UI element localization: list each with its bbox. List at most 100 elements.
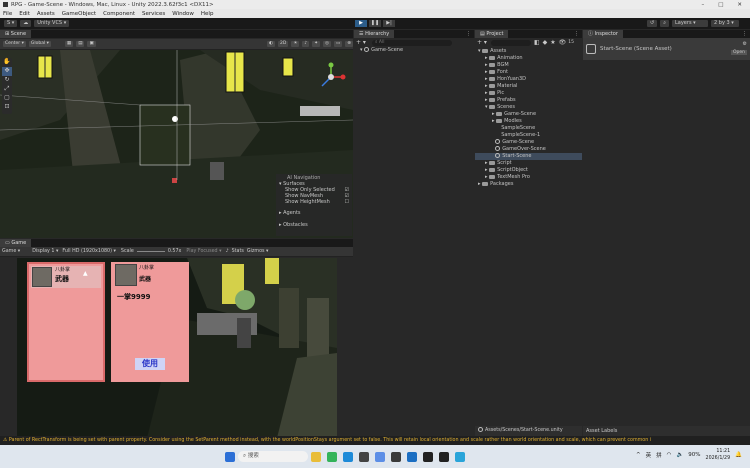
version-control-button[interactable]: Unity VCS ▾	[34, 20, 70, 27]
scene-root-item[interactable]: ▾ Game-Scene	[354, 47, 474, 54]
project-menu-icon[interactable]: ⋮	[574, 31, 579, 37]
camera-icon[interactable]: ▭	[333, 41, 343, 47]
tab-game[interactable]: ▭ Game	[0, 239, 32, 247]
hidden-packages-icon[interactable]: 👁	[559, 39, 567, 46]
tab-scene[interactable]: ⊞ Scene	[0, 30, 32, 38]
scale-tool-icon[interactable]: ⤢	[2, 85, 12, 94]
game-viewport[interactable]: 八卦掌 武器 ▲ 八卦掌 武器 一掌9999 使用	[17, 258, 337, 438]
minimize-icon[interactable]: –	[701, 2, 704, 8]
project-tree-item[interactable]: ▾ Assets	[475, 48, 582, 55]
move-snap-icon[interactable]: ▣	[87, 41, 96, 47]
project-add-icon[interactable]: + ▾	[477, 39, 487, 46]
transform-tool-icon[interactable]: ⊡	[2, 103, 12, 112]
app2-icon[interactable]	[455, 451, 465, 462]
tray-chevron-icon[interactable]: ^	[636, 452, 641, 458]
volume-icon[interactable]: 🔈	[676, 452, 683, 458]
project-search-input[interactable]	[490, 39, 531, 46]
edge-browser-icon[interactable]	[343, 451, 353, 462]
layout-dropdown[interactable]: 2 by 3 ▾	[711, 20, 739, 27]
ime-lang-1[interactable]: 英	[646, 451, 652, 459]
rect-tool-icon[interactable]: ▢	[2, 94, 12, 103]
audio-icon[interactable]: ♪	[302, 41, 310, 47]
grid-snap-icon[interactable]: ▦	[64, 41, 74, 47]
project-tree-item[interactable]: ▸ BGM	[475, 62, 582, 69]
menu-window[interactable]: Window	[172, 11, 194, 17]
display-dropdown[interactable]: Display 1 ▾	[32, 249, 58, 254]
game-mode-dropdown[interactable]: Game ▾	[2, 249, 20, 254]
layers-dropdown[interactable]: Layers ▾	[672, 20, 708, 27]
project-tree-item[interactable]: ▸ Script	[475, 160, 582, 167]
project-tree-item[interactable]: ▸ Modles	[475, 118, 582, 125]
ime-lang-2[interactable]: 拼	[656, 451, 662, 459]
unity-hub-icon[interactable]	[423, 451, 433, 462]
effects-icon[interactable]: ✦	[312, 41, 321, 47]
menu-gameobject[interactable]: GameObject	[62, 11, 96, 17]
console-status-bar[interactable]: ⚠ Parent of RectTransform is being set w…	[0, 436, 750, 445]
taskbar-search-input[interactable]: ⌕ 搜索	[238, 451, 308, 462]
search-icon[interactable]: ⌕	[660, 20, 669, 27]
lighting-icon[interactable]: ☀	[291, 41, 300, 47]
filter-label-icon[interactable]: ◆	[543, 39, 548, 46]
filter-type-icon[interactable]: ◧	[534, 39, 540, 46]
scale-slider[interactable]	[136, 251, 165, 252]
space-dropdown[interactable]: Global ▾	[28, 41, 51, 47]
start-menu-icon[interactable]	[225, 451, 235, 462]
project-tree-item[interactable]: SampleScene	[475, 125, 582, 132]
snap-increment-icon[interactable]: ▤	[76, 41, 85, 47]
tab-hierarchy[interactable]: ☰ Hierarchy	[354, 30, 395, 38]
close-icon[interactable]: ✕	[737, 2, 742, 8]
project-tree-item[interactable]: SampleScene-1	[475, 132, 582, 139]
menu-file[interactable]: File	[3, 11, 12, 17]
gizmos-icon[interactable]: ⊕	[345, 41, 353, 47]
account-button[interactable]: S ▾	[4, 20, 18, 27]
hierarchy-search-input[interactable]: ⌕ All	[371, 39, 452, 46]
menu-component[interactable]: Component	[103, 11, 135, 17]
project-tree-item[interactable]: GameOver-Scene	[475, 146, 582, 153]
app-icon[interactable]	[391, 451, 401, 462]
unity-editor-icon[interactable]	[439, 451, 449, 462]
scene-viewport[interactable]: ✋ ✥ ↻ ⤢ ▢ ⊡ AI Navigation ▾ Surfaces Sho…	[0, 50, 353, 238]
add-icon[interactable]: + ▾	[356, 39, 366, 46]
menu-assets[interactable]: Assets	[37, 11, 55, 17]
file-explorer-icon[interactable]	[311, 451, 321, 462]
open-button[interactable]: Open	[730, 50, 747, 55]
inspector-menu-icon[interactable]: ⋮	[742, 31, 747, 37]
project-tree-item[interactable]: ▸ Font	[475, 69, 582, 76]
project-tree-item[interactable]: ▸ HonYuan3D	[475, 76, 582, 83]
inspector-settings-icon[interactable]: ⚙	[743, 41, 747, 47]
project-tree-item[interactable]: ▸ Animation	[475, 55, 582, 62]
hidden-icon[interactable]: ◎	[323, 41, 331, 47]
show-heightmesh-checkbox[interactable]: ☐	[345, 199, 349, 205]
step-button[interactable]: ▶|	[383, 20, 395, 27]
rotate-tool-icon[interactable]: ↻	[2, 76, 12, 85]
pause-button[interactable]: ❚❚	[369, 20, 381, 27]
obstacles-header[interactable]: ▸ Obstacles	[279, 222, 349, 228]
use-button[interactable]: 使用	[135, 358, 165, 370]
project-tree-item[interactable]: ▸ Pic	[475, 90, 582, 97]
project-tree-item[interactable]: Game-Scene	[475, 139, 582, 146]
pivot-dropdown[interactable]: Center ▾	[3, 41, 26, 47]
move-tool-icon[interactable]: ✥	[2, 67, 12, 76]
stats-button[interactable]: Stats	[232, 249, 244, 254]
notifications-icon[interactable]: 🔔	[735, 452, 742, 458]
clock[interactable]: 11:21 2026/1/29	[706, 448, 731, 462]
menu-edit[interactable]: Edit	[19, 11, 30, 17]
favorite-icon[interactable]: ★	[550, 39, 555, 46]
cloud-icon[interactable]: ☁	[20, 20, 32, 27]
wifi-icon[interactable]: ◠	[667, 452, 672, 458]
maximize-icon[interactable]: □	[718, 2, 723, 8]
project-tree-item[interactable]: ▸ TextMesh Pro	[475, 174, 582, 181]
gizmos-dropdown[interactable]: Gizmos ▾	[247, 249, 269, 254]
agents-header[interactable]: ▸ Agents	[279, 210, 349, 216]
qq-icon[interactable]	[375, 451, 385, 462]
project-tree-item[interactable]: ▸ Prefabs	[475, 97, 582, 104]
terminal-icon[interactable]	[359, 451, 369, 462]
tab-inspector[interactable]: ⓘ Inspector	[583, 30, 623, 38]
menu-help[interactable]: Help	[201, 11, 214, 17]
wechat-icon[interactable]	[327, 451, 337, 462]
project-tree-item[interactable]: Start-Scene	[475, 153, 582, 160]
tab-project[interactable]: ▤ Project	[475, 30, 509, 38]
hierarchy-menu-icon[interactable]: ⋮	[466, 31, 471, 37]
item-slot[interactable]: 八卦掌 武器 ▲	[31, 266, 101, 288]
show-heightmesh-row[interactable]: Show HeightMesh ☐	[279, 199, 349, 205]
